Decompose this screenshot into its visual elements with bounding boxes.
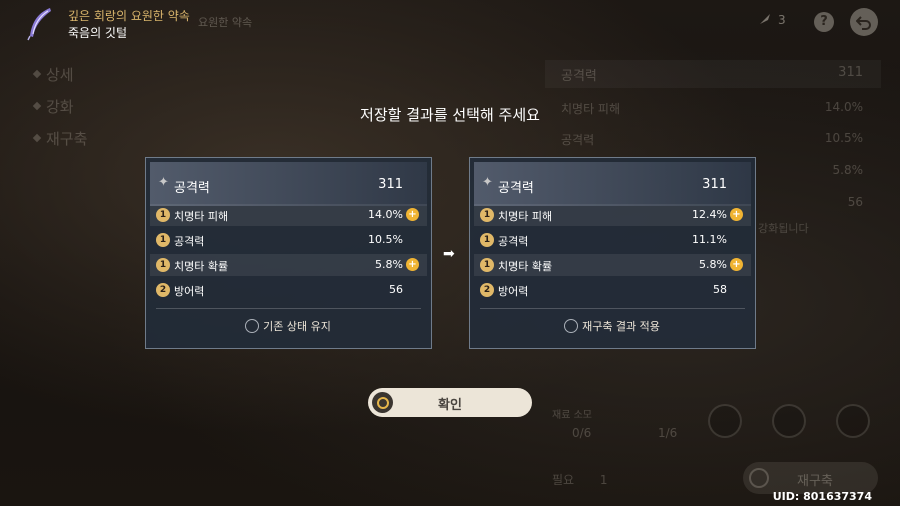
artifact-name: 죽음의 깃털 <box>68 26 128 40</box>
sparkle-icon: ✦ <box>158 175 169 190</box>
bonus-icon: + <box>406 258 419 271</box>
roll-count-badge: 2 <box>480 283 494 297</box>
substat-row: 2 방어력 56 <box>150 279 427 301</box>
roll-count-badge: 1 <box>156 258 170 272</box>
substat-row: 1 치명타 피해 12.4% + <box>474 204 751 226</box>
resource-counter: 3 <box>758 12 786 27</box>
nav-item-details[interactable]: 상세 <box>32 64 74 85</box>
bg-main-stat: 공격력 311 <box>545 60 881 88</box>
arrow-right-icon: ➡ <box>443 246 455 262</box>
confirm-button[interactable]: 확인 <box>368 388 532 417</box>
bonus-icon: + <box>730 258 743 271</box>
sparkle-icon: ✦ <box>482 175 493 190</box>
substat-row: 2 방어력 58 <box>474 279 751 301</box>
main-stat: ✦ 공격력 311 <box>474 162 751 206</box>
feather-icon <box>24 6 56 42</box>
nav-item-rebuild[interactable]: 재구축 <box>32 128 87 149</box>
bg-need-row: 필요 1 <box>552 473 608 487</box>
faded-set-name: 요원한 약속 <box>198 16 253 29</box>
roll-count-badge: 1 <box>480 258 494 272</box>
substat-row: 1 치명타 피해 14.0% + <box>150 204 427 226</box>
bg-cost-count: 1/6 <box>658 426 678 440</box>
radio-icon[interactable] <box>564 319 579 333</box>
roll-count-badge: 1 <box>156 208 170 222</box>
bonus-icon: + <box>730 208 743 221</box>
help-icon[interactable]: ? <box>814 12 834 32</box>
resource-count: 3 <box>778 13 786 27</box>
bg-hint-text: 강화됩니다 <box>758 222 809 235</box>
bg-cost-label: 재료 소모 <box>552 410 592 421</box>
roll-count-badge: 1 <box>480 208 494 222</box>
bg-cost-count: 0/6 <box>572 426 592 440</box>
roll-count-badge: 1 <box>156 233 170 247</box>
top-header: 깊은 회랑의 요원한 약속 죽음의 깃털 요원한 약속 3 ? <box>0 0 900 48</box>
button-ring-icon <box>749 468 769 488</box>
roll-count-badge: 2 <box>156 283 170 297</box>
substat-row: 1 치명타 확률 5.8% + <box>474 254 751 276</box>
divider <box>156 308 421 309</box>
result-card-after[interactable]: ✦ 공격력 311 1 치명타 피해 12.4% + 1 공격력 11.1% 1… <box>469 157 756 349</box>
nav-bullet-icon <box>32 69 42 79</box>
artifact-set-name: 깊은 회랑의 요원한 약속 <box>68 9 190 23</box>
bg-substat-row: 공격력 10.5% <box>561 131 863 147</box>
substat-row: 1 공격력 11.1% <box>474 229 751 251</box>
back-icon[interactable] <box>850 8 878 36</box>
apply-rebuild-option[interactable]: 재구축 결과 적용 <box>470 318 754 334</box>
material-slot[interactable] <box>772 404 806 438</box>
roll-count-badge: 1 <box>480 233 494 247</box>
uid-label: UID: 801637374 <box>772 490 872 503</box>
material-slot[interactable] <box>708 404 742 438</box>
substat-row: 1 공격력 10.5% <box>150 229 427 251</box>
material-slot[interactable] <box>836 404 870 438</box>
main-stat: ✦ 공격력 311 <box>150 162 427 206</box>
substat-row: 1 치명타 확률 5.8% + <box>150 254 427 276</box>
dialog-prompt: 저장할 결과를 선택해 주세요 <box>360 106 540 124</box>
radio-icon[interactable] <box>245 319 260 333</box>
nav-bullet-icon <box>32 133 42 143</box>
resource-icon <box>758 12 772 26</box>
bonus-icon: + <box>406 208 419 221</box>
divider <box>480 308 745 309</box>
keep-original-option[interactable]: 기존 상태 유지 <box>146 318 430 334</box>
result-card-before[interactable]: ✦ 공격력 311 1 치명타 피해 14.0% + 1 공격력 10.5% 1… <box>145 157 432 349</box>
